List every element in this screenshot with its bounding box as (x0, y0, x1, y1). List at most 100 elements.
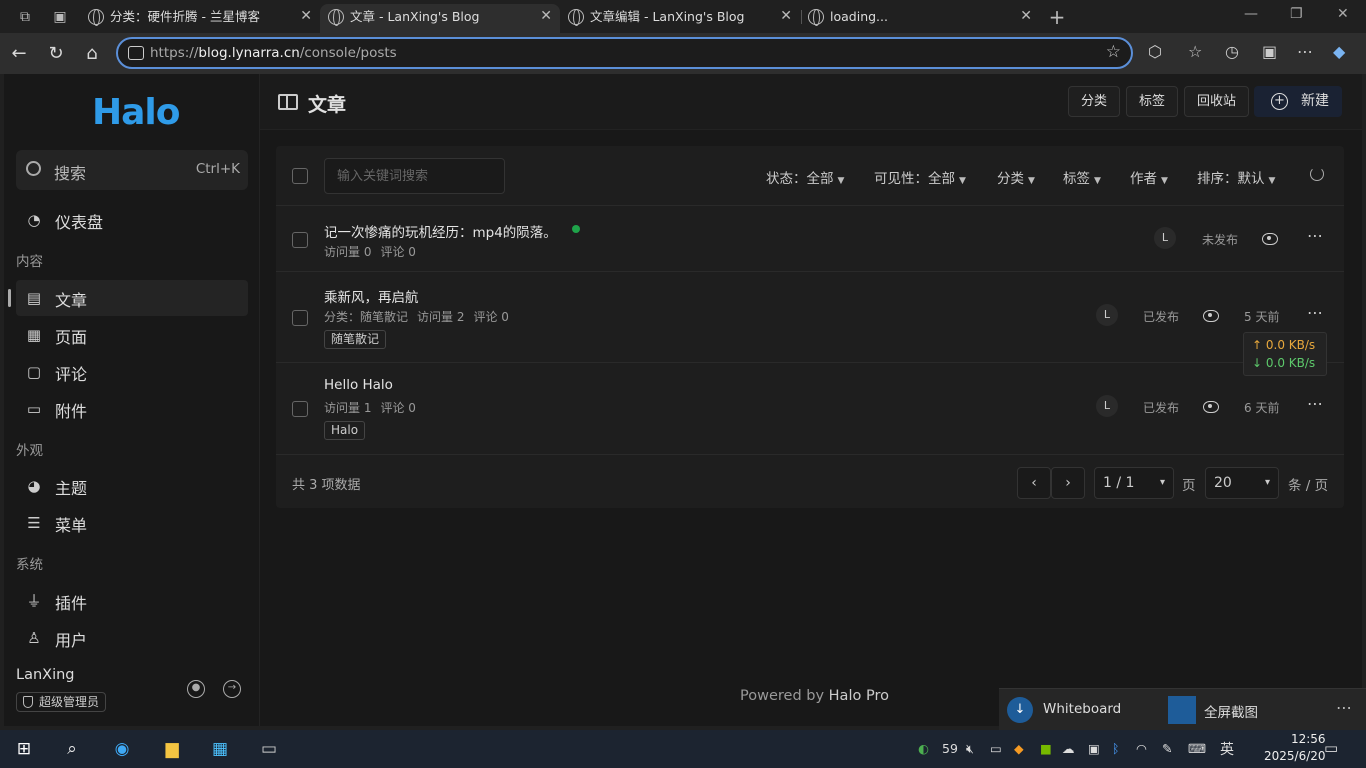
browser-tab[interactable]: loading... ✕ (800, 4, 1040, 33)
history-icon[interactable]: ◷ (1225, 42, 1239, 61)
minimize-icon[interactable]: — (1244, 6, 1258, 22)
windows-start-icon[interactable]: ⊞ (12, 737, 36, 761)
profile-circle-icon[interactable]: ● (187, 680, 205, 698)
search-icon[interactable]: ⌕ (60, 737, 84, 761)
reload-icon[interactable]: ↻ (45, 43, 67, 65)
filter-sort[interactable]: 排序：默认 ▼ (1197, 167, 1275, 187)
volume-muted-icon[interactable]: 🔇︎ (966, 741, 974, 757)
post-title[interactable]: 记一次惨痛的玩机经历：mp4的陨落。 (324, 221, 557, 241)
post-tag[interactable]: 随笔散记 (324, 330, 387, 349)
row-checkbox[interactable] (292, 232, 308, 248)
sidebar-item-comments[interactable]: ▢ 评论 (16, 354, 248, 390)
sidebar-item-themes[interactable]: ◕ 主题 (16, 468, 248, 504)
halo-logo[interactable]: Halo (92, 92, 180, 133)
sidebar-item-users[interactable]: ♙ 用户 (16, 620, 248, 656)
table-row[interactable]: 记一次惨痛的玩机经历：mp4的陨落。 访问量 0 评论 0 L 未发布 ⋯ (276, 206, 1344, 272)
sidebar-item-plugins[interactable]: ⏚ 插件 (16, 583, 248, 619)
favorites-icon[interactable]: ☆ (1188, 42, 1202, 61)
sidebar-item-menus[interactable]: ☰ 菜单 (16, 505, 248, 541)
pen-icon[interactable]: ✎ (1162, 741, 1172, 756)
table-row[interactable]: 乘新风，再启航 分类：随笔散记 访问量 2 评论 0 随笔散记 L 已发布 5 天前… (276, 272, 1344, 363)
tray-app-icon[interactable]: ◐ (918, 741, 929, 756)
avatar[interactable]: L (1154, 227, 1176, 249)
copilot-icon[interactable]: ◆ (1333, 42, 1345, 61)
whiteboard-option[interactable]: Whiteboard (1043, 701, 1121, 717)
close-icon[interactable]: ✕ (540, 4, 552, 29)
refresh-icon[interactable] (1310, 167, 1324, 181)
page-size-select[interactable]: 20 ▾ (1205, 467, 1279, 499)
bluetooth-icon[interactable]: ᛒ (1112, 741, 1120, 756)
sidebar-search[interactable]: 搜索 Ctrl+K (16, 150, 248, 190)
screenshot-thumbnail[interactable] (1168, 696, 1196, 724)
recycle-bin-button[interactable]: 回收站 (1184, 86, 1250, 117)
more-actions-icon[interactable]: ⋯ (1307, 394, 1324, 413)
restore-icon[interactable]: ❐ (1290, 6, 1303, 22)
filter-tag[interactable]: 标签 ▼ (1063, 167, 1101, 187)
keyboard-icon[interactable]: ⌨ (1188, 741, 1206, 756)
home-icon[interactable]: ⌂ (81, 43, 103, 65)
table-row[interactable]: Hello Halo 访问量 1 评论 0 Halo L 已发布 6 天前 ⋯ (276, 363, 1344, 454)
select-all-checkbox[interactable] (292, 168, 308, 184)
file-explorer-icon[interactable]: ▆ (160, 737, 184, 761)
close-window-icon[interactable]: ✕ (1337, 6, 1349, 22)
tray-counter[interactable]: 59 (942, 741, 958, 756)
avatar[interactable]: L (1096, 395, 1118, 417)
profile-icon[interactable]: ▣ (1262, 42, 1277, 61)
tray-shield-icon[interactable]: ▣ (1088, 741, 1100, 756)
post-title[interactable]: Hello Halo (324, 377, 393, 393)
new-post-button[interactable]: + 新建 (1254, 86, 1342, 117)
nvidia-icon[interactable]: ■ (1040, 741, 1052, 756)
browser-tab[interactable]: 分类：硬件折腾 - 兰星博客 ✕ (80, 4, 320, 33)
eye-icon[interactable] (1262, 233, 1278, 245)
row-checkbox[interactable] (292, 310, 308, 326)
system-clock[interactable]: 12:56 2025/6/20 (1264, 731, 1326, 765)
filter-author[interactable]: 作者 ▼ (1130, 167, 1168, 187)
sidebar-item-posts[interactable]: ▤ 文章 (8, 280, 248, 316)
vertical-tabs-icon[interactable]: ▣ (51, 8, 69, 26)
sidebar-item-attachments[interactable]: ▭ 附件 (16, 391, 248, 427)
terminal-icon[interactable]: ▭ (257, 737, 281, 761)
row-checkbox[interactable] (292, 401, 308, 417)
more-menu-icon[interactable]: ⋯ (1297, 42, 1313, 61)
fullscreen-screenshot-option[interactable]: 全屏截图 (1204, 701, 1258, 721)
input-method-indicator[interactable]: 英 (1220, 739, 1234, 759)
post-title[interactable]: 乘新风，再启航 (324, 286, 419, 306)
post-tag[interactable]: Halo (324, 421, 366, 440)
eye-icon[interactable] (1203, 401, 1219, 413)
security-icon[interactable]: ◆ (1014, 741, 1024, 756)
extensions-icon[interactable]: ⬡ (1148, 42, 1162, 61)
close-icon[interactable]: ✕ (300, 4, 312, 29)
prev-page-button[interactable]: ‹ (1017, 467, 1051, 499)
more-options-icon[interactable]: ⋯ (1336, 698, 1352, 717)
more-actions-icon[interactable]: ⋯ (1307, 226, 1324, 245)
post-category[interactable]: 随笔散记 (360, 310, 408, 324)
favorite-star-icon[interactable]: ☆ (1106, 42, 1121, 62)
filter-category[interactable]: 分类 ▼ (997, 167, 1035, 187)
next-page-button[interactable]: › (1051, 467, 1085, 499)
onedrive-icon[interactable]: ☁ (1062, 741, 1075, 756)
sidebar-item-dashboard[interactable]: ◔ 仪表盘 (16, 202, 248, 238)
eye-icon[interactable] (1203, 310, 1219, 322)
sidebar-item-pages[interactable]: ▦ 页面 (16, 317, 248, 353)
keyword-search-input[interactable] (324, 158, 505, 194)
filter-status[interactable]: 状态：全部 ▼ (766, 167, 844, 187)
browser-tab[interactable]: 文章编辑 - LanXing's Blog ✕ (560, 4, 800, 33)
avatar[interactable]: L (1096, 304, 1118, 326)
close-icon[interactable]: ✕ (1020, 4, 1032, 29)
new-tab-button[interactable]: + (1048, 7, 1066, 27)
close-icon[interactable]: ✕ (780, 4, 792, 29)
workspaces-icon[interactable]: ⧉ (16, 8, 34, 26)
tags-button[interactable]: 标签 (1126, 86, 1179, 117)
back-icon[interactable]: ← (8, 43, 30, 65)
download-icon[interactable]: ↓ (1007, 697, 1033, 723)
edge-browser-icon[interactable]: ◉ (110, 737, 134, 761)
filter-visibility[interactable]: 可见性：全部 ▼ (874, 167, 966, 187)
battery-icon[interactable]: ▭ (990, 741, 1002, 756)
address-bar[interactable]: https://blog.lynarra.cn/console/posts ☆ (116, 37, 1133, 69)
logout-icon[interactable]: → (223, 680, 241, 698)
powered-by-brand[interactable]: Halo Pro (829, 688, 889, 704)
notification-icon[interactable]: ▭ (1324, 739, 1338, 757)
store-icon[interactable]: ▦ (208, 737, 232, 761)
browser-tab-active[interactable]: 文章 - LanXing's Blog ✕ (320, 4, 560, 33)
network-icon[interactable]: ◠ (1136, 741, 1147, 756)
